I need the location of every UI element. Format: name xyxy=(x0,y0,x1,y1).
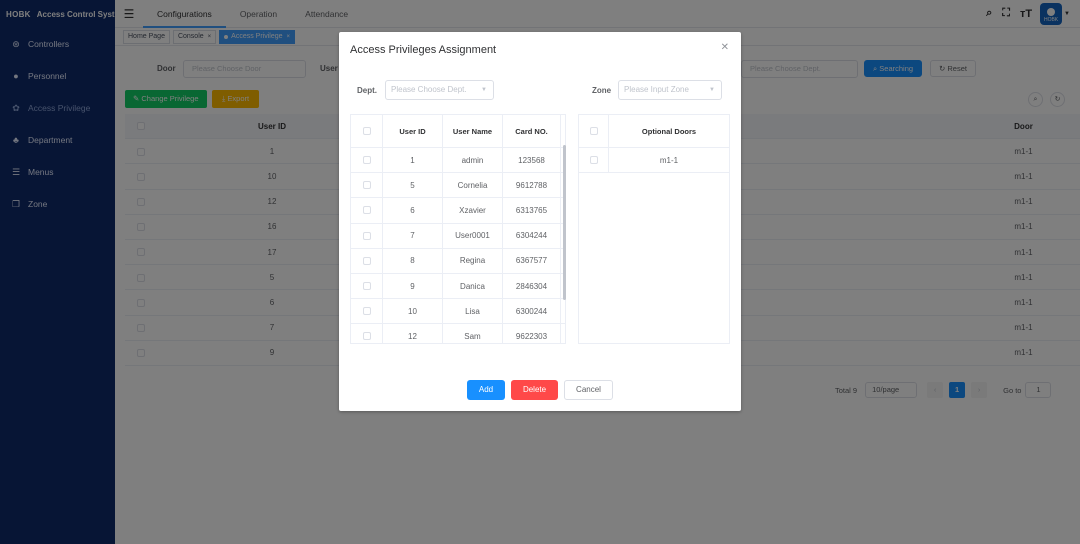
cell-card-no: 6313765 xyxy=(503,198,561,223)
door-table: Optional Doors m1-1 xyxy=(578,114,730,344)
cell-user-name: User0001 xyxy=(443,223,503,248)
cell-user-id: 6 xyxy=(383,198,443,223)
cell-user-name: Danica xyxy=(443,273,503,299)
cell-user-id: 9 xyxy=(383,273,443,299)
cancel-button[interactable]: Cancel xyxy=(564,380,613,400)
cell-user-id: 7 xyxy=(383,223,443,248)
cell-card-no: 123568 xyxy=(503,148,561,173)
add-button[interactable]: Add xyxy=(467,380,505,400)
cell-card-no: 6300244 xyxy=(503,299,561,324)
table-row[interactable]: 9 Danica 2846304 xyxy=(351,273,565,300)
header-user-name: User Name xyxy=(443,115,503,147)
cell-door: m1-1 xyxy=(659,155,679,165)
header-user-id: User ID xyxy=(383,115,443,147)
row-checkbox[interactable] xyxy=(362,181,371,190)
table-row[interactable]: 12 Sam 9622303 xyxy=(351,324,565,343)
dept-select[interactable]: Please Choose Dept. ▼ xyxy=(385,80,494,100)
row-checkbox[interactable] xyxy=(362,231,371,240)
cell-user-name: Cornelia xyxy=(443,173,503,198)
chevron-down-icon: ▼ xyxy=(481,87,487,93)
row-checkbox[interactable] xyxy=(362,332,371,341)
header-card-no: Card NO. xyxy=(503,115,561,147)
dept-label: Dept. xyxy=(357,86,377,95)
cell-user-name: Xzavier xyxy=(443,198,503,223)
row-checkbox[interactable] xyxy=(362,282,371,291)
user-table-header: User ID User Name Card NO. xyxy=(351,115,565,148)
cell-card-no: 2846304 xyxy=(503,273,561,299)
access-privileges-dialog: Access Privileges Assignment ✕ Dept. Ple… xyxy=(339,32,741,411)
row-checkbox[interactable] xyxy=(362,307,371,316)
cell-user-id: 1 xyxy=(383,148,443,173)
zone-select-placeholder: Please Input Zone xyxy=(624,85,689,94)
dialog-title: Access Privileges Assignment xyxy=(350,44,497,56)
row-checkbox[interactable] xyxy=(589,156,598,165)
select-all-users-checkbox[interactable] xyxy=(362,127,371,135)
zone-label: Zone xyxy=(592,86,612,95)
table-row[interactable]: 1 admin 123568 xyxy=(351,148,565,174)
delete-button[interactable]: Delete xyxy=(511,380,558,400)
chevron-down-icon: ▼ xyxy=(709,87,715,93)
cell-user-id: 8 xyxy=(383,248,443,273)
dept-select-placeholder: Please Choose Dept. xyxy=(391,85,467,94)
cell-user-id: 12 xyxy=(383,324,443,343)
table-row[interactable]: m1-1 xyxy=(579,148,729,174)
cell-user-name: Regina xyxy=(443,248,503,273)
cell-user-name: Lisa xyxy=(443,299,503,324)
select-all-doors-checkbox[interactable] xyxy=(589,127,598,135)
table-row[interactable]: 8 Regina 6367577 xyxy=(351,248,565,274)
header-optional-doors: Optional Doors xyxy=(641,126,697,136)
table-row[interactable]: 5 Cornelia 9612788 xyxy=(351,173,565,199)
cell-user-id: 10 xyxy=(383,299,443,324)
cell-card-no: 6304244 xyxy=(503,223,561,248)
door-table-header: Optional Doors xyxy=(579,115,729,148)
user-table-scrollbar[interactable] xyxy=(563,145,566,300)
cell-card-no: 6367577 xyxy=(503,248,561,273)
table-row[interactable]: 6 Xzavier 6313765 xyxy=(351,198,565,224)
cell-card-no: 9622303 xyxy=(503,324,561,343)
zone-select[interactable]: Please Input Zone ▼ xyxy=(618,80,722,100)
cell-user-name: Sam xyxy=(443,324,503,343)
cell-user-id: 5 xyxy=(383,173,443,198)
close-icon[interactable]: ✕ xyxy=(721,42,729,53)
cell-card-no: 9612788 xyxy=(503,173,561,198)
user-table: User ID User Name Card NO. 1 admin 123568 5… xyxy=(350,114,566,344)
row-checkbox[interactable] xyxy=(362,156,371,165)
table-row[interactable]: 7 User0001 6304244 xyxy=(351,223,565,249)
cell-user-name: admin xyxy=(443,148,503,173)
table-row[interactable]: 10 Lisa 6300244 xyxy=(351,299,565,325)
row-checkbox[interactable] xyxy=(362,206,371,215)
row-checkbox[interactable] xyxy=(362,256,371,265)
